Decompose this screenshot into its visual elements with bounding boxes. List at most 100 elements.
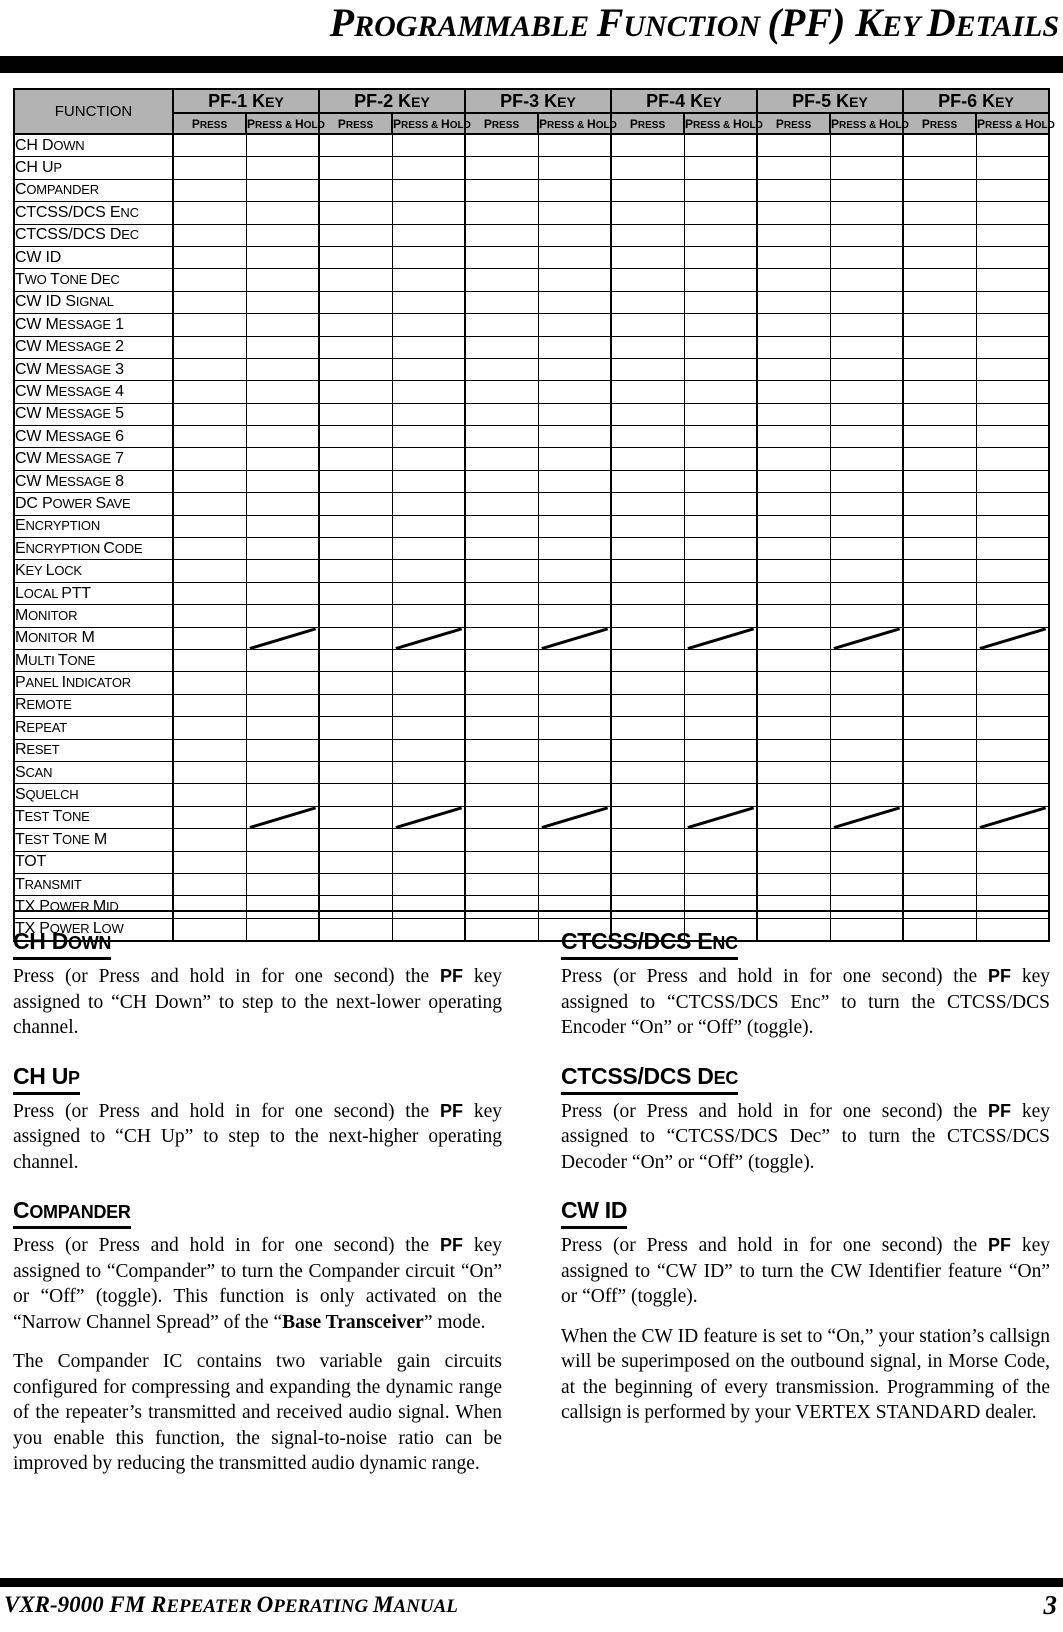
pf-cell[interactable]	[829, 850, 904, 874]
pf-cell[interactable]	[318, 805, 393, 830]
pf-cell[interactable]	[975, 380, 1050, 404]
pf-cell[interactable]	[610, 447, 685, 471]
pf-cell[interactable]	[829, 895, 904, 919]
pf-cell[interactable]	[537, 648, 612, 673]
pf-cell[interactable]	[464, 783, 539, 807]
pf-cell[interactable]	[902, 335, 977, 359]
pf-cell[interactable]	[902, 313, 977, 337]
pf-cell[interactable]	[610, 178, 685, 203]
pf-cell[interactable]	[172, 245, 247, 270]
pf-cell[interactable]	[464, 357, 539, 382]
pf-cell[interactable]	[902, 469, 977, 494]
pf-cell[interactable]	[537, 514, 612, 539]
pf-cell[interactable]	[975, 559, 1050, 583]
pf-cell[interactable]	[902, 447, 977, 471]
pf-cell[interactable]	[683, 223, 758, 247]
pf-cell[interactable]	[975, 783, 1050, 807]
pf-cell[interactable]	[683, 805, 758, 830]
pf-cell[interactable]	[902, 581, 977, 606]
pf-cell[interactable]	[756, 178, 831, 203]
pf-cell[interactable]	[610, 805, 685, 830]
pf-cell[interactable]	[902, 178, 977, 203]
pf-cell[interactable]	[537, 223, 612, 247]
pf-cell[interactable]	[610, 537, 685, 561]
pf-cell[interactable]	[464, 626, 539, 650]
pf-cell[interactable]	[537, 537, 612, 561]
pf-cell[interactable]	[683, 760, 758, 785]
pf-cell[interactable]	[610, 492, 685, 516]
pf-cell[interactable]	[318, 178, 393, 203]
pf-cell[interactable]	[172, 716, 247, 740]
pf-cell[interactable]	[975, 290, 1050, 315]
pf-cell[interactable]	[975, 268, 1050, 292]
pf-cell[interactable]	[756, 156, 831, 180]
pf-cell[interactable]	[683, 850, 758, 874]
pf-cell[interactable]	[829, 290, 904, 315]
pf-cell[interactable]	[245, 872, 320, 897]
pf-cell[interactable]	[391, 581, 466, 606]
pf-cell[interactable]	[318, 850, 393, 874]
pf-cell[interactable]	[902, 738, 977, 762]
pf-cell[interactable]	[537, 357, 612, 382]
pf-cell[interactable]	[318, 201, 393, 225]
pf-cell[interactable]	[318, 290, 393, 315]
pf-cell[interactable]	[391, 693, 466, 718]
pf-cell[interactable]	[975, 760, 1050, 785]
pf-cell[interactable]	[975, 313, 1050, 337]
pf-cell[interactable]	[829, 738, 904, 762]
pf-cell[interactable]	[902, 559, 977, 583]
pf-cell[interactable]	[610, 693, 685, 718]
pf-cell[interactable]	[172, 380, 247, 404]
pf-cell[interactable]	[756, 805, 831, 830]
pf-cell[interactable]	[756, 357, 831, 382]
pf-cell[interactable]	[975, 178, 1050, 203]
pf-cell[interactable]	[829, 268, 904, 292]
pf-cell[interactable]	[391, 738, 466, 762]
pf-cell[interactable]	[829, 805, 904, 830]
pf-cell[interactable]	[245, 290, 320, 315]
pf-cell[interactable]	[975, 693, 1050, 718]
pf-cell[interactable]	[464, 559, 539, 583]
pf-cell[interactable]	[537, 290, 612, 315]
pf-cell[interactable]	[172, 581, 247, 606]
pf-cell[interactable]	[756, 626, 831, 650]
pf-cell[interactable]	[610, 335, 685, 359]
pf-cell[interactable]	[464, 716, 539, 740]
pf-cell[interactable]	[683, 895, 758, 919]
pf-cell[interactable]	[537, 156, 612, 180]
pf-cell[interactable]	[464, 514, 539, 539]
pf-cell[interactable]	[391, 850, 466, 874]
pf-cell[interactable]	[537, 268, 612, 292]
pf-cell[interactable]	[756, 133, 831, 158]
pf-cell[interactable]	[537, 626, 612, 650]
pf-cell[interactable]	[537, 850, 612, 874]
pf-cell[interactable]	[245, 783, 320, 807]
pf-cell[interactable]	[610, 671, 685, 695]
pf-cell[interactable]	[318, 671, 393, 695]
pf-cell[interactable]	[537, 760, 612, 785]
pf-cell[interactable]	[318, 783, 393, 807]
pf-cell[interactable]	[245, 716, 320, 740]
pf-cell[interactable]	[391, 805, 466, 830]
pf-cell[interactable]	[318, 648, 393, 673]
pf-cell[interactable]	[537, 604, 612, 628]
pf-cell[interactable]	[172, 648, 247, 673]
pf-cell[interactable]	[391, 335, 466, 359]
pf-cell[interactable]	[464, 223, 539, 247]
pf-cell[interactable]	[318, 738, 393, 762]
pf-cell[interactable]	[683, 335, 758, 359]
pf-cell[interactable]	[902, 828, 977, 852]
pf-cell[interactable]	[756, 447, 831, 471]
pf-cell[interactable]	[464, 805, 539, 830]
pf-cell[interactable]	[464, 313, 539, 337]
pf-cell[interactable]	[537, 178, 612, 203]
pf-cell[interactable]	[610, 223, 685, 247]
pf-cell[interactable]	[756, 425, 831, 449]
pf-cell[interactable]	[464, 648, 539, 673]
pf-cell[interactable]	[829, 537, 904, 561]
pf-cell[interactable]	[902, 133, 977, 158]
pf-cell[interactable]	[172, 537, 247, 561]
pf-cell[interactable]	[172, 268, 247, 292]
pf-cell[interactable]	[464, 380, 539, 404]
pf-cell[interactable]	[245, 671, 320, 695]
